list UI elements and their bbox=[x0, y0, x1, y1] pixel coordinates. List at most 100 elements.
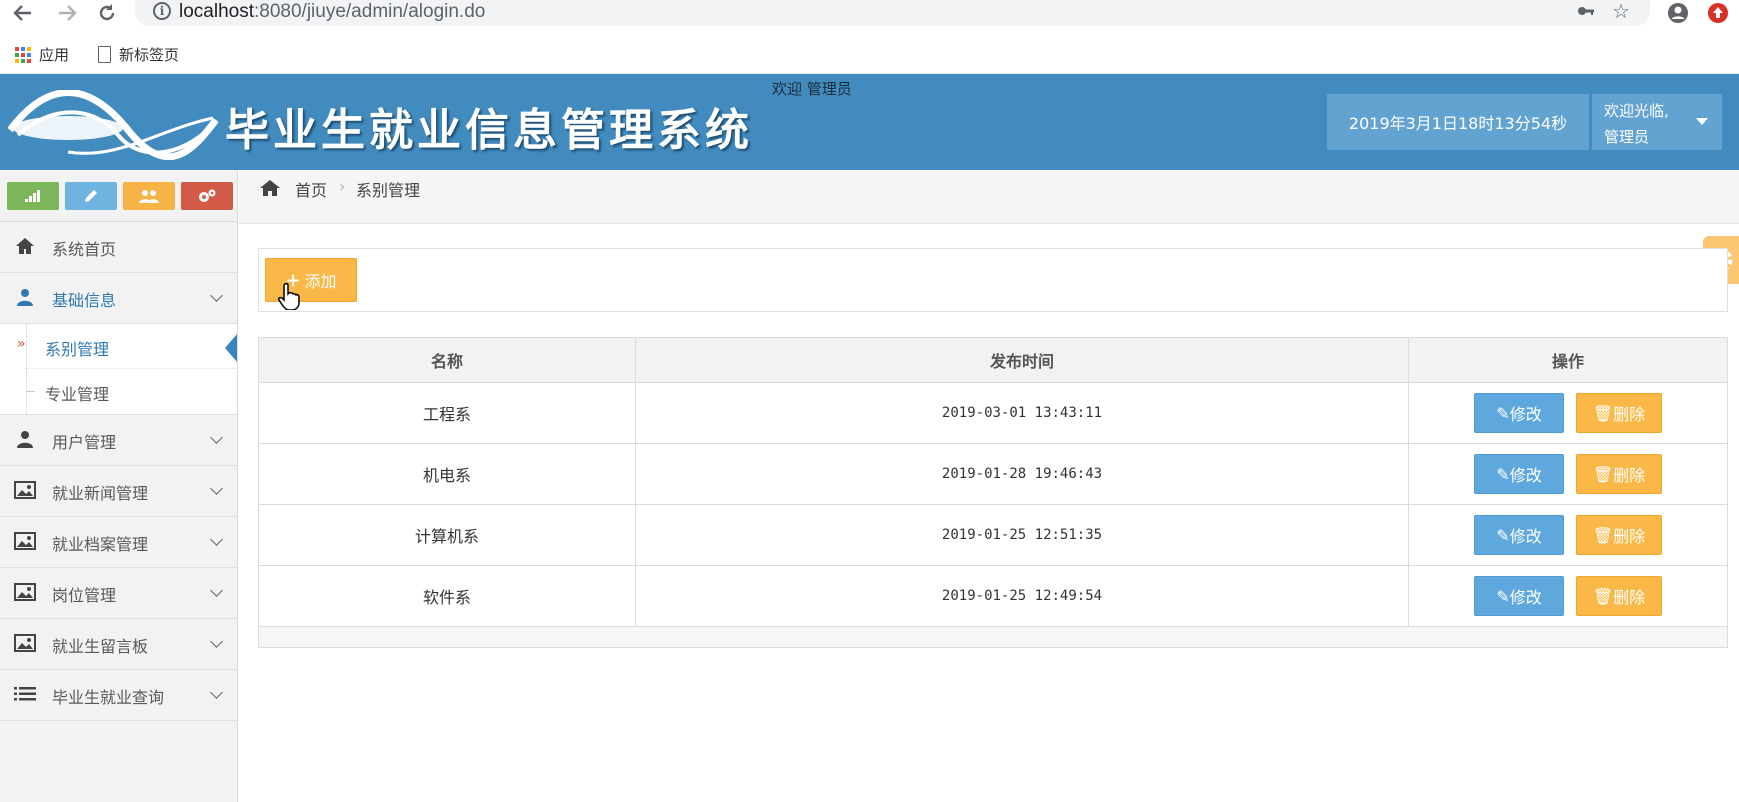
column-header-name: 名称 bbox=[258, 337, 636, 383]
users-icon[interactable] bbox=[123, 182, 175, 210]
browser-toolbar: i localhost:8080/jiuye/admin/alogin.do ☆ bbox=[0, 0, 1739, 38]
edit-icon: ✎ bbox=[1496, 586, 1510, 606]
datetime-display: 2019年3月1日18时13分54秒 bbox=[1327, 94, 1589, 150]
table-row: 计算机系 2019-01-25 12:51:35 ✎ 修改 🗑 删除 bbox=[258, 504, 1728, 566]
bookmark-label: 新标签页 bbox=[119, 46, 180, 64]
trash-icon: 🗑 bbox=[1592, 586, 1614, 606]
delete-label: 删除 bbox=[1613, 588, 1646, 607]
table-row: 工程系 2019-03-01 13:43:11 ✎ 修改 🗑 删除 bbox=[258, 382, 1728, 444]
table-row: 机电系 2019-01-28 19:46:43 ✎ 修改 🗑 删除 bbox=[258, 443, 1728, 505]
cell-actions: ✎ 修改 🗑 删除 bbox=[1408, 504, 1728, 566]
delete-label: 删除 bbox=[1613, 466, 1646, 485]
account-icon[interactable] bbox=[1665, 0, 1691, 26]
delete-button[interactable]: 🗑 删除 bbox=[1576, 454, 1662, 494]
delete-button[interactable]: 🗑 删除 bbox=[1576, 393, 1662, 433]
bookmark-new-tab[interactable]: 新标签页 bbox=[98, 44, 179, 65]
sidebar-shortcuts bbox=[0, 170, 237, 222]
sidebar-item-users[interactable]: 用户管理 bbox=[0, 415, 237, 466]
cell-name: 工程系 bbox=[258, 382, 636, 444]
bookmark-label: 应用 bbox=[39, 46, 70, 64]
sidebar-item-jobs[interactable]: 岗位管理 bbox=[0, 568, 237, 619]
edit-button[interactable]: ✎ 修改 bbox=[1474, 393, 1564, 433]
breadcrumb: 首页 › 系别管理 bbox=[239, 170, 1739, 224]
user-icon bbox=[14, 430, 36, 450]
home-icon[interactable] bbox=[259, 178, 281, 202]
chevron-down-icon bbox=[210, 635, 223, 648]
edit-button[interactable]: ✎ 修改 bbox=[1474, 515, 1564, 555]
sidebar-item-message-board[interactable]: 就业生留言板 bbox=[0, 619, 237, 670]
welcome-admin-text: 欢迎 管理员 bbox=[772, 80, 852, 98]
home-icon bbox=[14, 237, 36, 257]
sidebar-item-label: 就业档案管理 bbox=[52, 535, 149, 554]
key-icon[interactable] bbox=[1577, 1, 1595, 25]
breadcrumb-current: 系别管理 bbox=[356, 181, 421, 200]
sidebar-item-label: 就业新闻管理 bbox=[52, 484, 149, 503]
info-icon[interactable]: i bbox=[153, 2, 171, 20]
delete-label: 删除 bbox=[1613, 527, 1646, 546]
cell-name: 计算机系 bbox=[258, 504, 636, 566]
breadcrumb-home-link[interactable]: 首页 bbox=[295, 177, 327, 201]
delete-button[interactable]: 🗑 删除 bbox=[1576, 515, 1662, 555]
picture-icon bbox=[14, 532, 36, 552]
cell-time: 2019-01-25 12:51:35 bbox=[635, 504, 1409, 566]
sidebar-item-label: 就业生留言板 bbox=[52, 637, 149, 656]
sidebar-item-archives[interactable]: 就业档案管理 bbox=[0, 517, 237, 568]
picture-icon bbox=[14, 583, 36, 603]
address-bar[interactable]: i localhost:8080/jiuye/admin/alogin.do ☆ bbox=[135, 0, 1650, 26]
breadcrumb-separator: › bbox=[339, 177, 346, 196]
sidebar-item-department[interactable]: » 系别管理 bbox=[17, 324, 237, 369]
sidebar-subitem-label: 专业管理 bbox=[45, 385, 110, 404]
sidebar: 系统首页 基础信息 » 系别管理 专业管理 用户管理 就业新闻管理 就业档案管理… bbox=[0, 170, 238, 802]
reload-icon[interactable] bbox=[92, 0, 122, 26]
star-icon[interactable]: ☆ bbox=[1612, 0, 1630, 23]
sidebar-item-label: 基础信息 bbox=[52, 291, 117, 310]
user-greeting: 欢迎光临, bbox=[1604, 102, 1669, 120]
signal-icon[interactable] bbox=[7, 182, 59, 210]
chevron-down-icon bbox=[210, 431, 223, 444]
back-icon[interactable] bbox=[8, 0, 38, 26]
sidebar-item-label: 系统首页 bbox=[52, 240, 117, 259]
trash-icon: 🗑 bbox=[1592, 464, 1614, 484]
sidebar-item-major[interactable]: 专业管理 bbox=[26, 369, 237, 414]
sidebar-item-basic-info[interactable]: 基础信息 bbox=[0, 273, 237, 324]
user-name: 管理员 bbox=[1604, 128, 1650, 146]
system-title: 毕业生就业信息管理系统 bbox=[225, 105, 753, 156]
tree-line bbox=[27, 391, 35, 392]
sidebar-item-label: 用户管理 bbox=[52, 433, 117, 452]
sidebar-item-home[interactable]: 系统首页 bbox=[0, 222, 237, 273]
basic-info-submenu: » 系别管理 专业管理 bbox=[0, 324, 237, 415]
cogs-icon[interactable] bbox=[181, 182, 233, 210]
edit-button[interactable]: ✎ 修改 bbox=[1474, 576, 1564, 616]
table-header-row: 名称 发布时间 操作 bbox=[258, 337, 1728, 383]
bookmark-apps[interactable]: 应用 bbox=[15, 44, 69, 65]
url-text[interactable]: localhost:8080/jiuye/admin/alogin.do bbox=[179, 1, 485, 23]
chevron-down-icon bbox=[210, 482, 223, 495]
table-row: 软件系 2019-01-25 12:49:54 ✎ 修改 🗑 删除 bbox=[258, 565, 1728, 627]
chevron-down-icon bbox=[210, 289, 223, 302]
column-header-time: 发布时间 bbox=[635, 337, 1409, 383]
delete-button[interactable]: 🗑 删除 bbox=[1576, 576, 1662, 616]
trash-icon: 🗑 bbox=[1592, 403, 1614, 423]
edit-icon: ✎ bbox=[1496, 525, 1510, 545]
table-footer-row bbox=[258, 626, 1728, 648]
picture-icon bbox=[14, 481, 36, 501]
edit-button[interactable]: ✎ 修改 bbox=[1474, 454, 1564, 494]
list-icon bbox=[14, 685, 36, 705]
update-icon[interactable] bbox=[1705, 0, 1731, 26]
bookmarks-bar: 应用 新标签页 bbox=[0, 38, 1739, 74]
user-icon bbox=[14, 288, 36, 308]
user-menu[interactable]: 欢迎光临, 管理员 bbox=[1592, 94, 1722, 150]
sidebar-item-employment-query[interactable]: 毕业生就业查询 bbox=[0, 670, 237, 721]
cell-time: 2019-01-28 19:46:43 bbox=[635, 443, 1409, 505]
pencil-icon[interactable] bbox=[65, 182, 117, 210]
app-header: 毕业生就业信息管理系统 欢迎 管理员 2019年3月1日18时13分54秒 欢迎… bbox=[0, 74, 1739, 170]
cell-name: 软件系 bbox=[258, 565, 636, 627]
cell-actions: ✎ 修改 🗑 删除 bbox=[1408, 382, 1728, 444]
forward-icon[interactable] bbox=[52, 0, 82, 26]
sidebar-item-label: 毕业生就业查询 bbox=[52, 688, 165, 707]
sidebar-item-news[interactable]: 就业新闻管理 bbox=[0, 466, 237, 517]
apps-grid-icon bbox=[15, 46, 31, 63]
table-footer bbox=[258, 626, 1728, 648]
cell-time: 2019-03-01 13:43:11 bbox=[635, 382, 1409, 444]
department-table: 名称 发布时间 操作 工程系 2019-03-01 13:43:11 ✎ 修改 🗑 删… bbox=[258, 337, 1728, 648]
